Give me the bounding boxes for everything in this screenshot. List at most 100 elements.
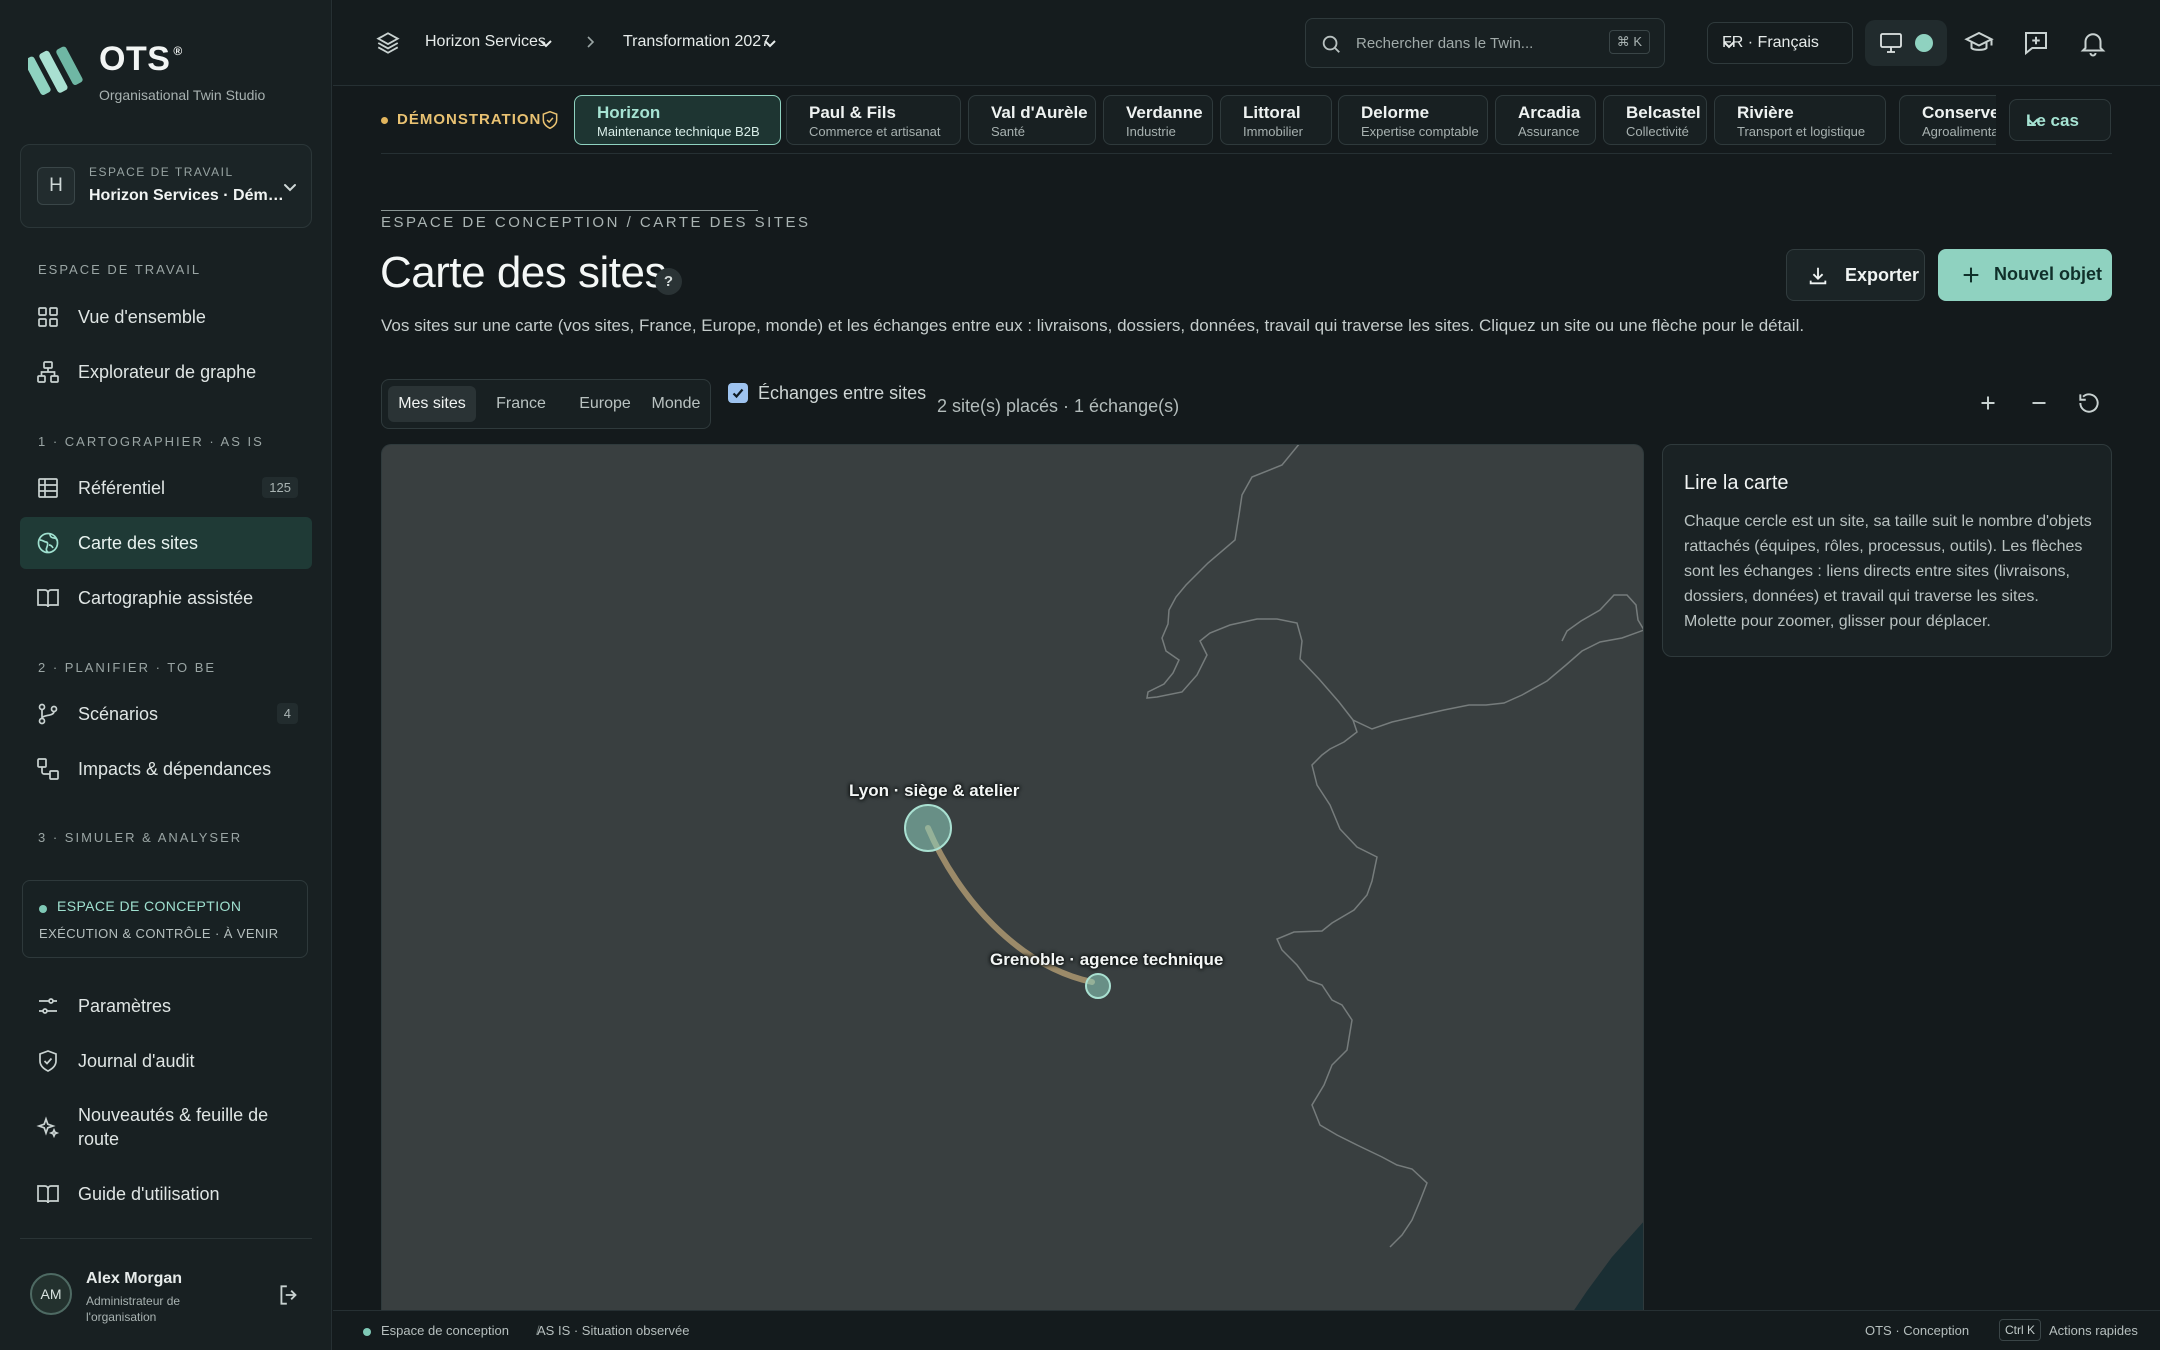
chevron-right-icon xyxy=(583,35,597,49)
scope-world[interactable]: Monde xyxy=(646,386,706,422)
page-description: Vos sites sur une carte (vos sites, Fran… xyxy=(381,316,1805,335)
case-tab-arcadia[interactable]: Arcadia Assurance xyxy=(1495,95,1596,145)
status-mode: Espace de conception xyxy=(381,1323,509,1338)
table-icon xyxy=(36,476,60,500)
status-bar: Espace de conception / AS IS · Situation… xyxy=(333,1310,2160,1350)
search-icon xyxy=(1320,33,1342,55)
sidebar-item-site-map[interactable]: Carte des sites xyxy=(20,517,312,569)
logout-icon[interactable] xyxy=(276,1282,302,1308)
case-tab-verdanne[interactable]: Verdanne Industrie xyxy=(1103,95,1213,145)
count-badge: 125 xyxy=(262,477,298,498)
scope-my-sites[interactable]: Mes sites xyxy=(388,386,476,422)
breadcrumb-organisation[interactable]: Horizon Services xyxy=(425,33,546,51)
sidebar-item-label: Guide d'utilisation xyxy=(78,1184,220,1204)
legend-title: Lire la carte xyxy=(1684,472,1789,494)
section-label-plan: 2 · PLANIFIER · TO BE xyxy=(38,660,217,675)
chevron-down-icon[interactable] xyxy=(539,36,553,50)
sidebar-item-roadmap[interactable]: Nouveautés & feuille de route xyxy=(20,1097,312,1159)
section-label-workspace: ESPACE DE TRAVAIL xyxy=(38,262,202,277)
sidebar-item-scenarios[interactable]: Scénarios 4 xyxy=(20,688,312,740)
case-tab-paul-fils[interactable]: Paul & Fils Commerce et artisanat xyxy=(786,95,961,145)
workspace-label: ESPACE DE TRAVAIL xyxy=(89,165,234,179)
shield-check-icon xyxy=(540,110,560,130)
site-label-lyon[interactable]: Lyon · siège & atelier xyxy=(849,781,1019,801)
new-object-button[interactable]: Nouvel objet xyxy=(1938,249,2112,301)
case-tab-delorme[interactable]: Delorme Expertise comptable xyxy=(1338,95,1488,145)
search-box[interactable]: ⌘ K xyxy=(1305,18,1665,68)
site-label-grenoble[interactable]: Grenoble · agence technique xyxy=(990,950,1223,970)
reset-view-icon[interactable] xyxy=(2076,390,2102,416)
graduation-cap-icon[interactable] xyxy=(1964,28,1994,58)
help-icon[interactable]: ? xyxy=(655,268,682,295)
page-title: Carte des sites xyxy=(380,248,666,297)
design-space-subtitle: EXÉCUTION & CONTRÔLE · À VENIR xyxy=(39,926,279,941)
sparkle-icon xyxy=(36,1116,60,1140)
ots-logo-icon xyxy=(28,42,86,100)
case-tab-riviere[interactable]: Rivière Transport et logistique xyxy=(1714,95,1886,145)
theme-dot xyxy=(1915,34,1933,52)
sidebar-item-repository[interactable]: Référentiel 125 xyxy=(20,462,312,514)
sidebar-item-assisted-mapping[interactable]: Cartographie assistée xyxy=(20,572,312,624)
sidebar-divider xyxy=(20,1238,312,1239)
case-tab-conserverie[interactable]: Conserverie Agroalimentaire xyxy=(1899,95,1996,145)
case-more-dropdown[interactable]: Le cas xyxy=(2009,99,2111,141)
case-tab-val-aurele[interactable]: Val d'Aurèle Santé xyxy=(968,95,1096,145)
demo-label: DÉMONSTRATION xyxy=(397,111,542,128)
avatar[interactable]: AM xyxy=(30,1273,72,1315)
sidebar-item-label: Scénarios xyxy=(78,704,159,724)
bell-icon[interactable] xyxy=(2078,28,2108,58)
sidebar-item-label: Référentiel xyxy=(78,478,166,498)
search-input[interactable] xyxy=(1356,29,1596,57)
map-svg[interactable] xyxy=(382,445,1644,1350)
case-tab-belcastel[interactable]: Belcastel Collectivité xyxy=(1603,95,1707,145)
quick-actions-label[interactable]: Actions rapides xyxy=(2049,1323,2138,1338)
sidebar-item-label: Paramètres xyxy=(78,996,172,1016)
sidebar-item-settings[interactable]: Paramètres xyxy=(20,980,312,1032)
sidebar-item-label: Vue d'ensemble xyxy=(78,307,206,327)
status-dot xyxy=(39,905,47,913)
globe-icon xyxy=(36,531,60,555)
site-map-canvas[interactable]: Lyon · siège & atelier Grenoble · agence… xyxy=(381,444,1644,1350)
country-borders xyxy=(1146,445,1643,1248)
site-marker-lyon[interactable] xyxy=(904,804,952,852)
breadcrumb-programme[interactable]: Transformation 2027 xyxy=(623,33,770,51)
workspace-switcher[interactable]: H ESPACE DE TRAVAIL Horizon Services · D… xyxy=(20,144,312,228)
demo-dot xyxy=(381,117,388,124)
feedback-icon[interactable] xyxy=(2021,28,2051,58)
chevron-down-icon[interactable] xyxy=(763,36,777,50)
status-dot xyxy=(363,1328,371,1336)
status-situation: AS IS · Situation observée xyxy=(537,1323,690,1338)
case-tab-horizon[interactable]: Horizon Maintenance technique B2B xyxy=(574,95,781,145)
zoom-in-icon[interactable] xyxy=(1975,390,2001,416)
map-scope-selector: Mes sites France Europe Monde xyxy=(381,379,711,429)
section-label-map: 1 · CARTOGRAPHIER · AS IS xyxy=(38,434,264,449)
workspace-avatar: H xyxy=(37,167,75,205)
sidebar: OTS ® Organisational Twin Studio H ESPACE… xyxy=(0,0,332,1350)
zoom-out-icon[interactable] xyxy=(2026,390,2052,416)
scope-france[interactable]: France xyxy=(480,386,562,422)
chevron-down-icon xyxy=(281,178,299,196)
plus-icon xyxy=(1960,264,1982,286)
app-subtitle: Organisational Twin Studio xyxy=(99,87,266,103)
language-select[interactable]: FR · Français xyxy=(1707,22,1853,64)
site-marker-grenoble[interactable] xyxy=(1085,973,1111,999)
exchanges-label[interactable]: Échanges entre sites xyxy=(758,383,926,404)
breadcrumb: ESPACE DE CONCEPTION / CARTE DES SITES xyxy=(381,214,811,231)
shield-icon xyxy=(36,1049,60,1073)
chevron-down-icon xyxy=(1722,37,1736,51)
branch-icon xyxy=(36,702,60,726)
sidebar-item-graph-explorer[interactable]: Explorateur de graphe xyxy=(20,346,312,398)
sidebar-item-audit-log[interactable]: Journal d'audit xyxy=(20,1035,312,1087)
sidebar-item-impacts[interactable]: Impacts & dépendances xyxy=(20,743,312,795)
layers-icon[interactable] xyxy=(375,30,401,56)
app-name: OTS ® xyxy=(99,40,183,78)
case-tab-littoral[interactable]: Littoral Immobilier xyxy=(1220,95,1332,145)
display-mode-toggle[interactable] xyxy=(1865,20,1947,66)
sidebar-item-overview[interactable]: Vue d'ensemble xyxy=(20,291,312,343)
exchanges-checkbox[interactable] xyxy=(728,383,748,403)
book-icon xyxy=(36,1182,60,1206)
export-button[interactable]: Exporter xyxy=(1786,249,1925,301)
scope-europe[interactable]: Europe xyxy=(564,386,646,422)
sidebar-item-label: Explorateur de graphe xyxy=(78,362,257,382)
sidebar-item-user-guide[interactable]: Guide d'utilisation xyxy=(20,1168,312,1220)
